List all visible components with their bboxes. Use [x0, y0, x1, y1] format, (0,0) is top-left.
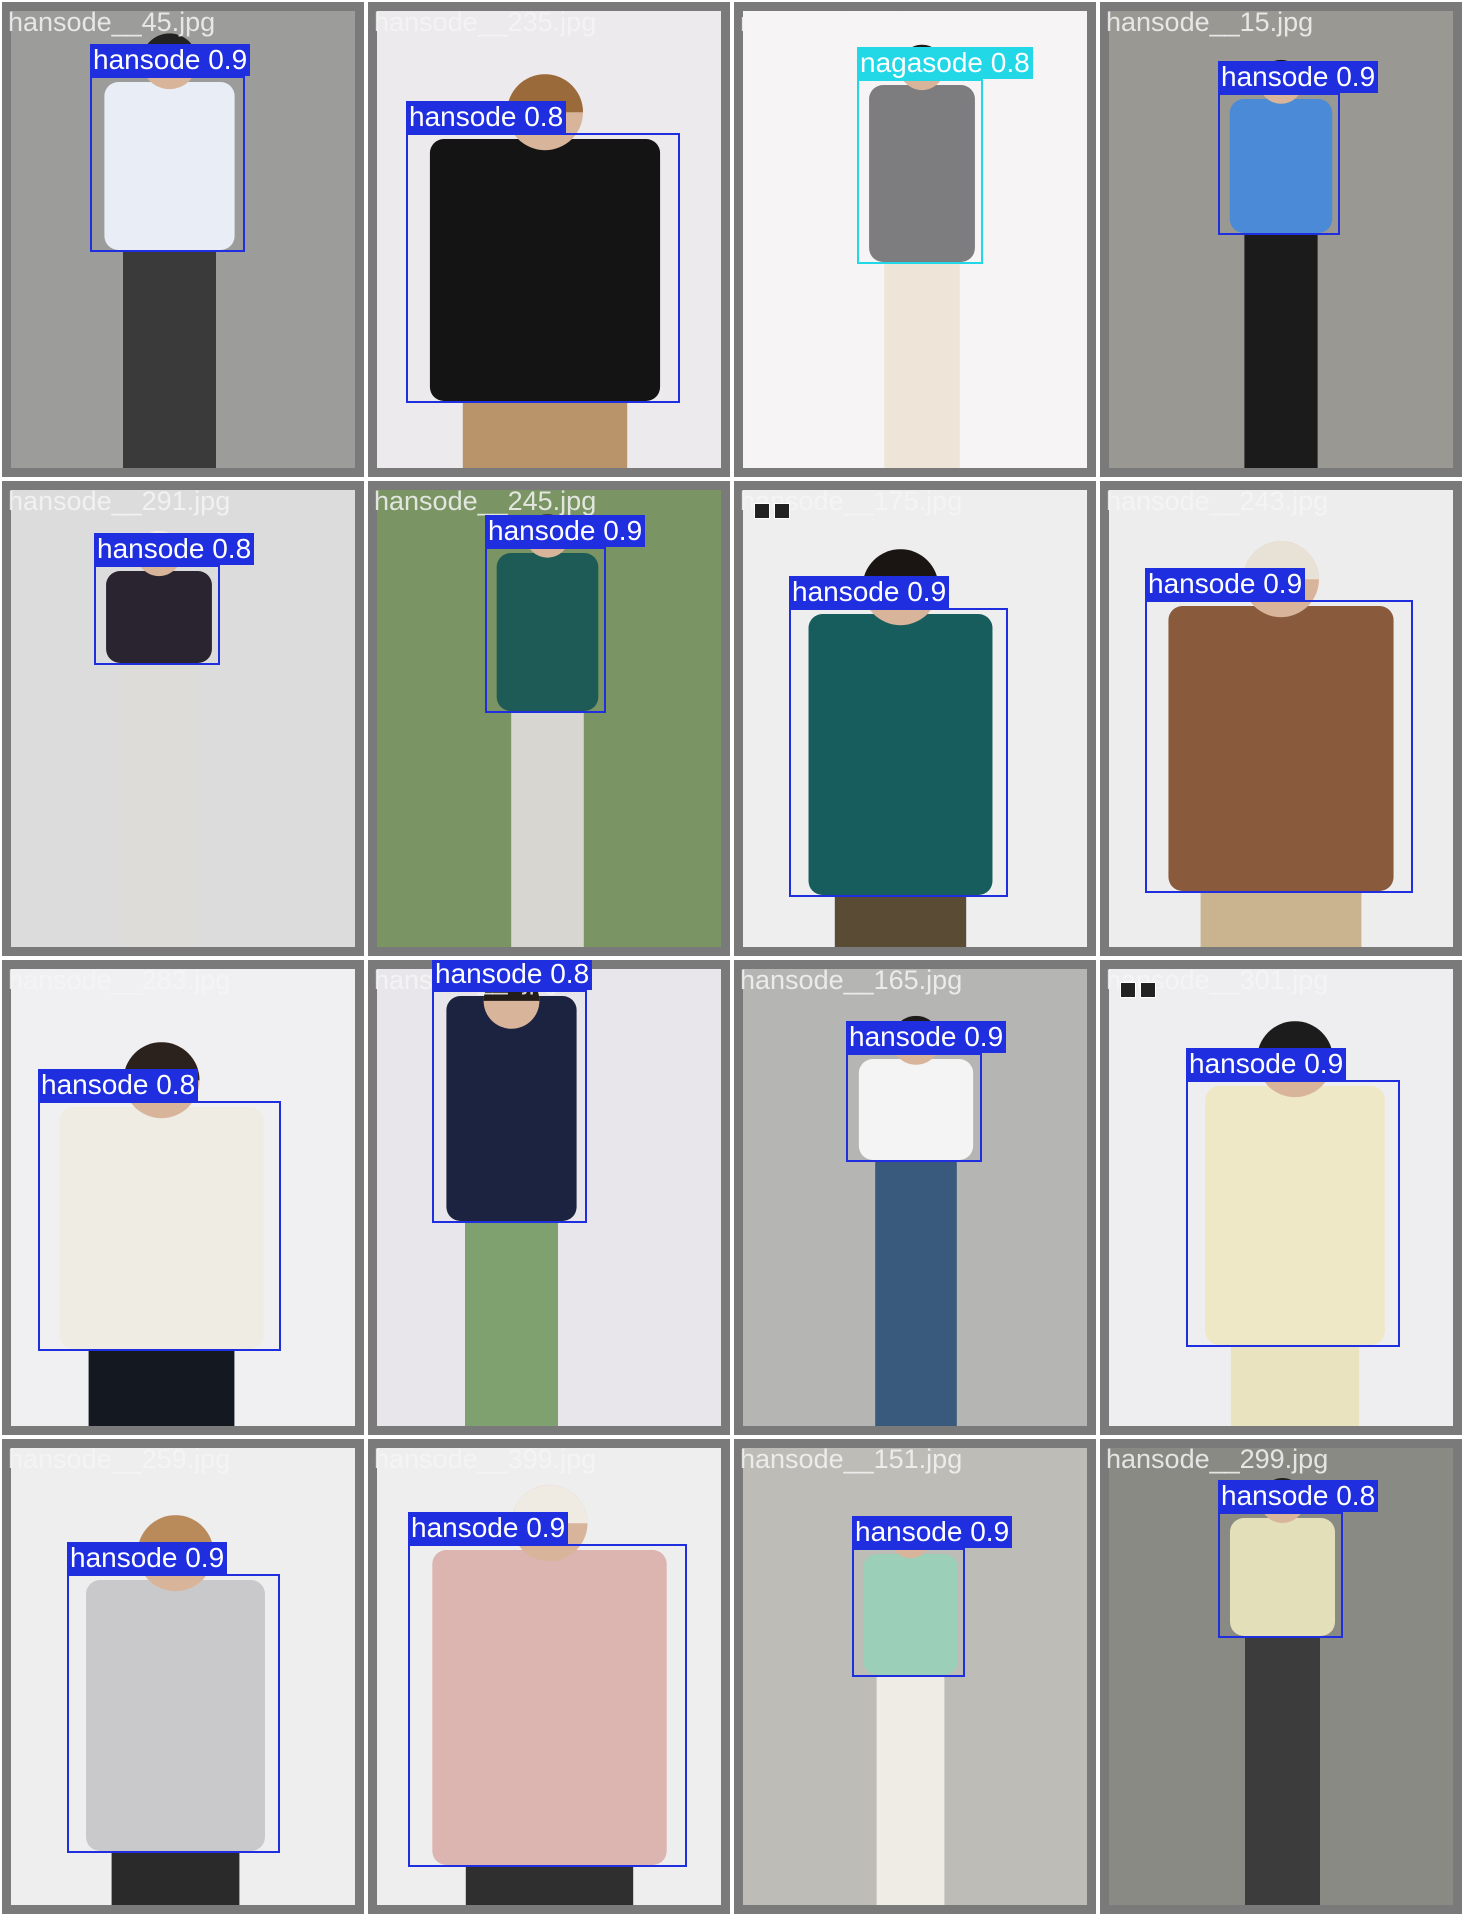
detection-mosaic: hansode__45.jpg hansode 0.9 hansode__235.j… — [0, 0, 1464, 1920]
detection-label: hansode 0.9 — [67, 1542, 228, 1574]
detection-box: nagasode 0.8 — [857, 47, 1033, 264]
mosaic-tile: hansode__151.jpghansode 0.9 — [734, 1439, 1096, 1914]
detection-label: hansode 0.9 — [789, 576, 950, 608]
bottoms-shape — [465, 1219, 558, 1426]
mosaic-tile: nagasode__63.jpg nagasode 0.8 — [734, 2, 1096, 477]
detection-label: hansode 0.9 — [852, 1516, 1013, 1548]
filename-label: hansode__45.jpg — [8, 7, 216, 37]
detection-box: hansode 0.9 — [408, 1512, 687, 1867]
mosaic-tile: hansode__291.jpghansode 0.8 — [2, 481, 364, 956]
detection-box: hansode 0.9 — [1186, 1048, 1400, 1347]
bottoms-shape — [1244, 231, 1318, 468]
detection-label: hansode 0.9 — [408, 1512, 569, 1544]
mosaic-tile: hansode__45.jpghansode 0.9 — [2, 2, 364, 477]
filename-label: hansode__245.jpg — [374, 486, 597, 516]
detection-box: hansode 0.9 — [1218, 61, 1379, 235]
mosaic-tile: hansode__399.jpghansode 0.9 — [368, 1439, 730, 1914]
watermark-icons — [1120, 982, 1156, 998]
bottoms-shape — [876, 1673, 945, 1905]
detection-box: hansode 0.9 — [67, 1542, 280, 1853]
mosaic-tile: hansode__259.jpghansode 0.9 — [2, 1439, 364, 1914]
mosaic-tile: hansode__ .jpghansode 0.8 — [368, 960, 730, 1435]
detection-box: hansode 0.9 — [852, 1516, 1013, 1677]
mosaic-tile: hansode__245.jpg hansode 0.9 — [368, 481, 730, 956]
detection-box: hansode 0.8 — [38, 1069, 281, 1351]
filename-label: hansode__399.jpg — [374, 1444, 597, 1474]
detection-label: hansode 0.8 — [94, 533, 255, 565]
detection-box: hansode 0.8 — [1218, 1480, 1379, 1638]
bottoms-shape — [88, 1347, 235, 1426]
bottoms-shape — [121, 661, 197, 947]
badge-icon — [774, 503, 790, 519]
filename-label: hansode__291.jpg — [8, 486, 231, 516]
mosaic-tile: hansode__243.jpghansode 0.9 — [1100, 481, 1462, 956]
bottoms-shape — [1200, 889, 1362, 947]
detection-label: hansode 0.8 — [406, 101, 567, 133]
mosaic-tile: hansode__175.jpg hansode 0.9 — [734, 481, 1096, 956]
bottoms-shape — [1245, 1634, 1320, 1905]
mosaic-tile: hansode__301.jpg hansode 0.9 — [1100, 960, 1462, 1435]
filename-label: hansode__15.jpg — [1106, 7, 1314, 37]
detection-box: hansode 0.9 — [1145, 568, 1413, 893]
detection-label: hansode 0.9 — [846, 1021, 1007, 1053]
bottoms-shape — [111, 1849, 240, 1905]
detection-label: hansode 0.9 — [1145, 568, 1306, 600]
bottoms-shape — [834, 893, 967, 947]
mosaic-tile: hansode__299.jpghansode 0.8 — [1100, 1439, 1462, 1914]
detection-box: hansode 0.8 — [406, 101, 680, 403]
badge-icon — [1140, 982, 1156, 998]
detection-label: hansode 0.8 — [1218, 1480, 1379, 1512]
detection-box: hansode 0.8 — [432, 960, 593, 1223]
filename-label: hansode__283.jpg — [8, 965, 231, 995]
filename-label: nagasode__63.jpg — [740, 7, 963, 37]
bottoms-shape — [123, 248, 216, 468]
detection-box: hansode 0.9 — [789, 576, 1008, 897]
detection-box: hansode 0.9 — [846, 1021, 1007, 1162]
detection-label: hansode 0.8 — [38, 1069, 199, 1101]
mosaic-tile: hansode__283.jpghansode 0.8 — [2, 960, 364, 1435]
detection-box: hansode 0.9 — [90, 44, 251, 252]
mosaic-tile: hansode__15.jpghansode 0.9 — [1100, 2, 1462, 477]
filename-label: hansode__243.jpg — [1106, 486, 1329, 516]
bottoms-shape — [1230, 1343, 1360, 1426]
filename-label: hansode__151.jpg — [740, 1444, 963, 1474]
filename-label: hansode__165.jpg — [740, 965, 963, 995]
detection-label: hansode 0.8 — [432, 960, 593, 990]
detection-box: hansode 0.8 — [94, 533, 255, 665]
badge-icon — [1120, 982, 1136, 998]
detection-label: hansode 0.9 — [1218, 61, 1379, 93]
bottoms-shape — [465, 1863, 634, 1905]
mosaic-tile: hansode__165.jpghansode 0.9 — [734, 960, 1096, 1435]
detection-label: nagasode 0.8 — [857, 47, 1033, 79]
detection-label: hansode 0.9 — [90, 44, 251, 76]
bottoms-shape — [462, 399, 628, 468]
badge-icon — [754, 503, 770, 519]
detection-label: hansode 0.9 — [485, 515, 646, 547]
mosaic-tile: hansode__235.jpghansode 0.8 — [368, 2, 730, 477]
filename-label: hansode__235.jpg — [374, 7, 597, 37]
bottoms-shape — [884, 260, 960, 468]
bottoms-shape — [511, 709, 584, 947]
filename-label: hansode__299.jpg — [1106, 1444, 1329, 1474]
bottoms-shape — [875, 1158, 957, 1426]
detection-label: hansode 0.9 — [1186, 1048, 1347, 1080]
watermark-icons — [754, 503, 790, 519]
filename-label: hansode__259.jpg — [8, 1444, 231, 1474]
detection-box: hansode 0.9 — [485, 515, 646, 713]
